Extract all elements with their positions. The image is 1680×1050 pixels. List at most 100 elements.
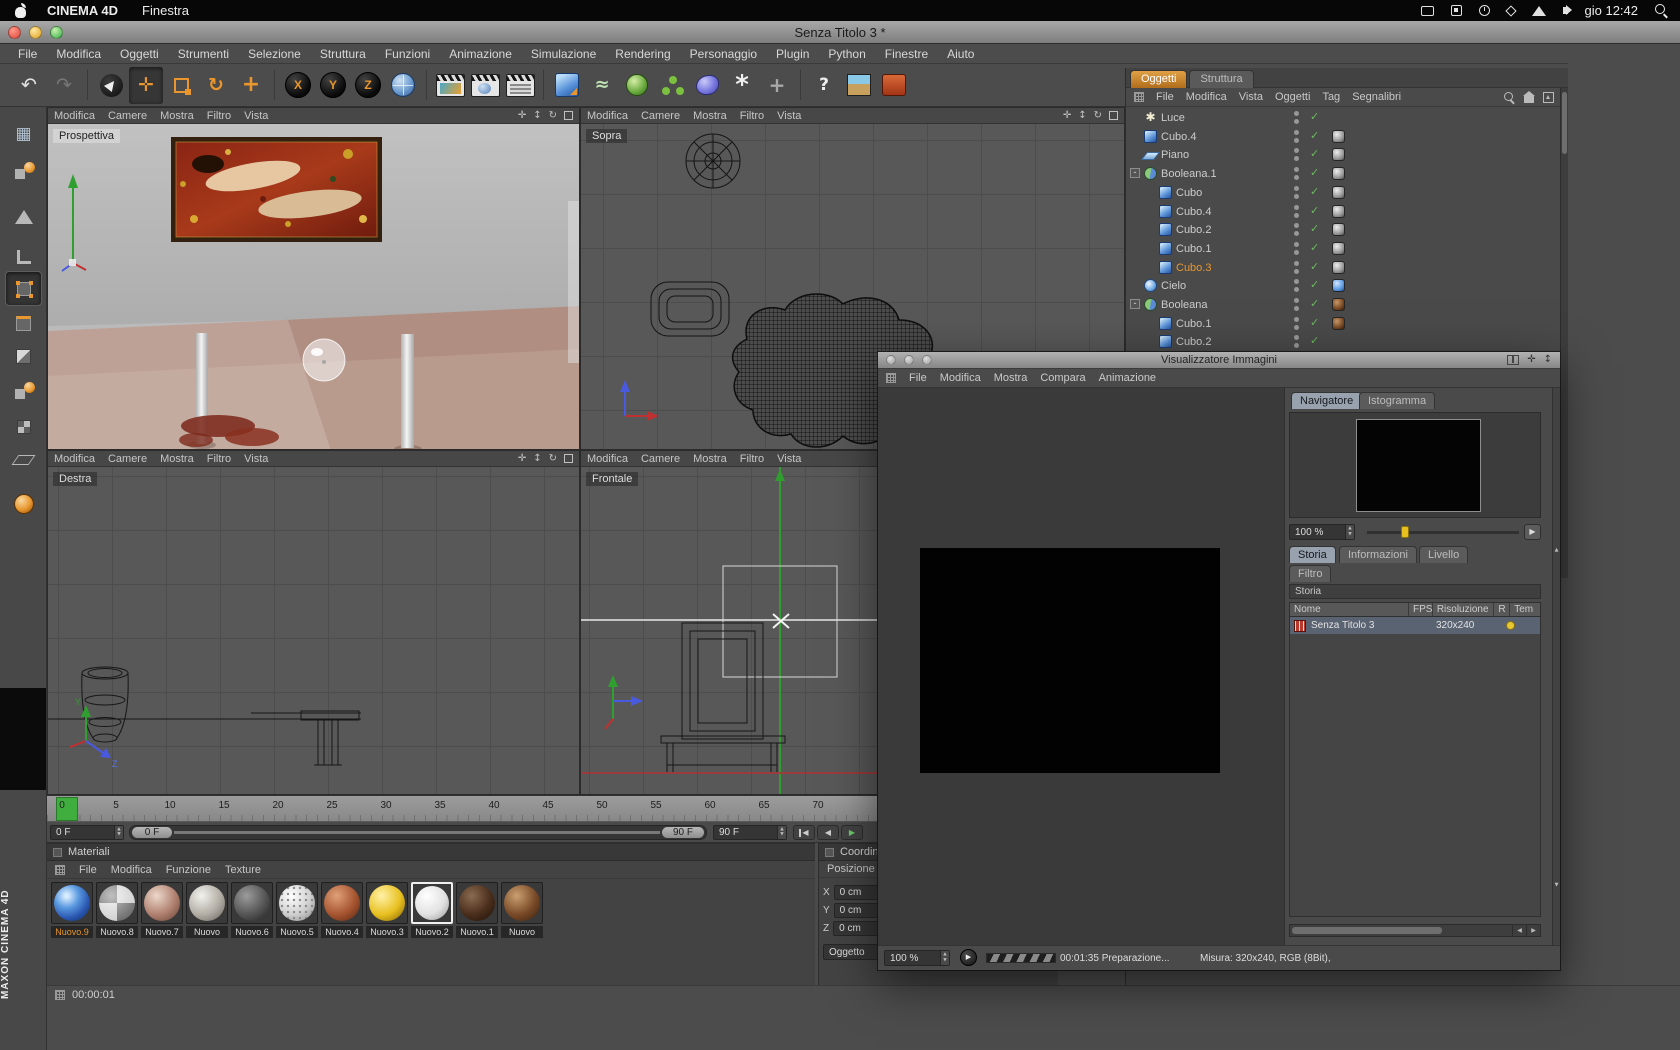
material-item-selected[interactable]: Nuovo.2	[410, 882, 454, 942]
object-row[interactable]: Cubo.1	[1126, 239, 1556, 258]
main-menu-item[interactable]: Funzioni	[385, 47, 430, 61]
tab-informazioni[interactable]: Informazioni	[1339, 546, 1417, 563]
zoom-button[interactable]	[922, 355, 932, 365]
om-menu-item[interactable]: File	[1156, 91, 1174, 103]
tab-storia[interactable]: Storia	[1289, 546, 1336, 563]
col-nome[interactable]: Nome	[1290, 603, 1409, 616]
mat-menu-item[interactable]: Modifica	[111, 864, 152, 876]
lock-y-axis-button[interactable]: Y	[316, 67, 350, 104]
coordinate-system-button[interactable]	[386, 67, 420, 104]
main-menu-item[interactable]: Plugin	[776, 47, 809, 61]
material-item[interactable]: Nuovo.1	[455, 882, 499, 942]
edges-mode-button[interactable]	[6, 307, 41, 340]
rotate-view-icon[interactable]	[549, 111, 557, 121]
material-item[interactable]: Nuovo.4	[320, 882, 364, 942]
vp-menu-item[interactable]: Vista	[244, 110, 268, 122]
simulation-button[interactable]	[6, 487, 41, 520]
scene-button[interactable]	[877, 67, 911, 104]
minimize-button[interactable]	[904, 355, 914, 365]
enabled-check-icon[interactable]	[1310, 147, 1319, 160]
object-row[interactable]: Cubo.2	[1126, 220, 1556, 239]
texture-tag-chip[interactable]	[1332, 223, 1345, 236]
col-r[interactable]: R	[1494, 603, 1511, 616]
texture-tag-chip[interactable]	[1332, 148, 1345, 161]
vp-menu-item[interactable]: Camere	[108, 453, 147, 465]
vp-menu-item[interactable]: Mostra	[693, 453, 727, 465]
pv-menu-item[interactable]: Mostra	[994, 372, 1028, 384]
scroll-left-button[interactable]	[1512, 925, 1526, 936]
scroll-down-icon[interactable]	[1553, 883, 1560, 888]
om-menu-item[interactable]: Vista	[1239, 91, 1263, 103]
object-row[interactable]: Booleana.1	[1126, 164, 1556, 183]
visibility-toggles[interactable]	[1294, 316, 1300, 331]
vp-menu-item[interactable]: Modifica	[54, 110, 95, 122]
add-particles-button[interactable]	[725, 67, 759, 104]
history-h-scrollbar[interactable]	[1289, 924, 1541, 937]
current-frame-field[interactable]: 0 F	[50, 825, 124, 840]
object-row[interactable]: Cubo.2	[1126, 332, 1556, 351]
tab-navigatore[interactable]: Navigatore	[1291, 392, 1363, 409]
picture-viewer-titlebar[interactable]: Visualizzatore Immagini	[878, 352, 1560, 369]
enabled-check-icon[interactable]	[1310, 260, 1319, 273]
expander-icon[interactable]	[1130, 299, 1140, 309]
vp-menu-item[interactable]: Vista	[777, 453, 801, 465]
object-row[interactable]: Cubo	[1126, 183, 1556, 202]
lock-z-axis-button[interactable]: Z	[351, 67, 385, 104]
rotate-view-icon[interactable]	[549, 454, 557, 464]
col-tempo[interactable]: Tem	[1510, 603, 1540, 616]
om-menu-item[interactable]: Oggetti	[1275, 91, 1310, 103]
uv-mode-button[interactable]	[6, 410, 41, 443]
frame-stepper[interactable]	[114, 826, 123, 839]
history-row[interactable]: Senza Titolo 3 320x240	[1290, 617, 1540, 634]
mat-menu-item[interactable]: File	[79, 864, 97, 876]
material-item[interactable]: Nuovo.7	[140, 882, 184, 942]
navigator-thumbnail[interactable]	[1356, 419, 1481, 512]
pv-menu-item[interactable]: Compara	[1040, 372, 1085, 384]
undo-button[interactable]	[12, 67, 46, 104]
vp-menu-item[interactable]: Vista	[244, 453, 268, 465]
vp-menu-item[interactable]: Camere	[108, 110, 147, 122]
pv-menu-item[interactable]: Animazione	[1099, 372, 1156, 384]
redo-button[interactable]	[47, 67, 81, 104]
enabled-check-icon[interactable]	[1310, 204, 1319, 217]
add-deformer-button[interactable]	[760, 67, 794, 104]
rotate-tool[interactable]	[199, 67, 233, 104]
pv-menu-item[interactable]: File	[909, 372, 927, 384]
status-icon-input[interactable]	[1450, 5, 1462, 16]
object-row[interactable]: Cielo	[1126, 276, 1556, 295]
main-menu-item[interactable]: Animazione	[449, 47, 512, 61]
texture-mode-button[interactable]	[6, 200, 41, 233]
add-generator-button[interactable]	[620, 67, 654, 104]
enabled-check-icon[interactable]	[1310, 241, 1319, 254]
main-menu-item[interactable]: Selezione	[248, 47, 301, 61]
render-picture-viewer-button[interactable]	[468, 67, 502, 104]
scale-tool[interactable]	[164, 67, 198, 104]
move-tool[interactable]	[129, 66, 163, 104]
visibility-toggles[interactable]	[1294, 110, 1300, 125]
frame-range-slider[interactable]: 0 F 90 F	[129, 825, 707, 840]
close-button[interactable]	[886, 355, 896, 365]
tab-struttura[interactable]: Struttura	[1189, 70, 1254, 88]
goto-start-button[interactable]	[793, 825, 815, 840]
panel-grip-icon[interactable]	[886, 373, 896, 383]
points-mode-button[interactable]	[5, 271, 42, 306]
mat-menu-item[interactable]: Funzione	[166, 864, 211, 876]
material-item[interactable]: Nuovo.3	[365, 882, 409, 942]
right-canvas[interactable]: Y Z	[48, 467, 579, 794]
polygons-mode-button[interactable]	[6, 340, 41, 373]
vp-menu-item[interactable]: Mostra	[160, 453, 194, 465]
ram-play-button[interactable]	[960, 949, 977, 966]
pan-view-icon[interactable]	[1063, 111, 1071, 121]
pan-view-icon[interactable]	[518, 454, 526, 464]
range-start-handle[interactable]: 0 F	[132, 827, 172, 838]
panel-grip-icon[interactable]	[55, 864, 65, 875]
add-primitive-cube-button[interactable]	[550, 67, 584, 104]
enabled-check-icon[interactable]	[1310, 316, 1319, 329]
col-risoluzione[interactable]: Risoluzione	[1433, 603, 1495, 616]
vp-menu-item[interactable]: Filtro	[740, 110, 764, 122]
visibility-toggles[interactable]	[1294, 241, 1300, 256]
main-menu-item[interactable]: Modifica	[56, 47, 101, 61]
search-icon[interactable]	[1504, 91, 1515, 103]
zoom-slider[interactable]	[1367, 526, 1519, 538]
object-row-selected[interactable]: Cubo.3	[1126, 258, 1556, 277]
